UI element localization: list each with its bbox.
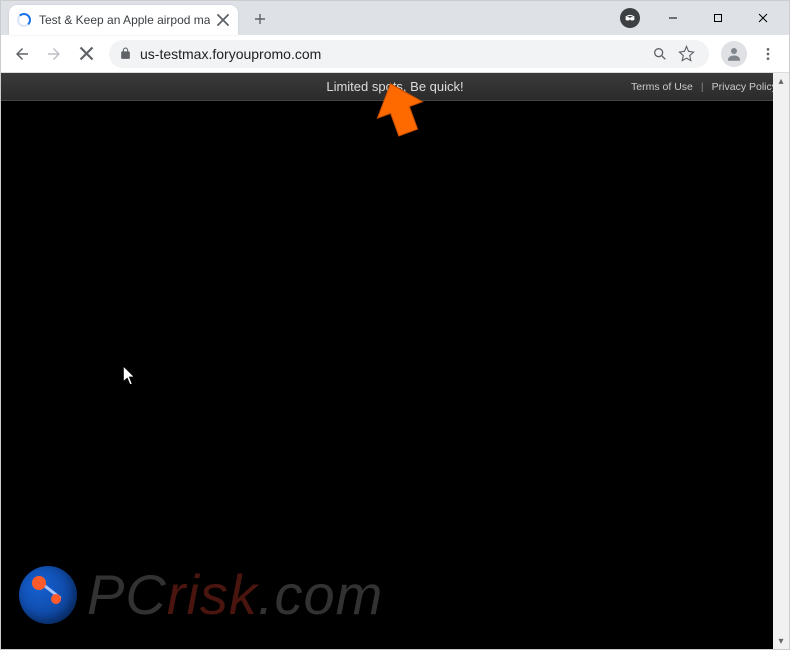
terms-link[interactable]: Terms of Use: [631, 81, 693, 93]
tab-title: Test & Keep an Apple airpod ma: [39, 13, 210, 27]
privacy-link[interactable]: Privacy Policy: [712, 81, 777, 93]
titlebar: Test & Keep an Apple airpod ma: [1, 1, 789, 35]
watermark: PCrisk.com: [19, 562, 383, 627]
scroll-down-icon[interactable]: ▾: [773, 633, 789, 649]
window-controls: [620, 1, 789, 35]
page-viewport: Limited spots, Be quick! Terms of Use | …: [1, 73, 789, 649]
close-window-button[interactable]: [740, 3, 785, 33]
page-body: PCrisk.com: [1, 101, 789, 649]
search-icon[interactable]: [647, 41, 673, 67]
tab-close-button[interactable]: [216, 13, 230, 27]
stop-reload-button[interactable]: [71, 39, 101, 69]
incognito-icon: [620, 8, 640, 28]
loading-spinner-icon: [17, 13, 31, 27]
tabs-row: Test & Keep an Apple airpod ma: [1, 1, 620, 35]
vertical-scrollbar[interactable]: ▴ ▾: [773, 73, 789, 649]
mouse-cursor-icon: [123, 366, 137, 391]
lock-icon: [119, 47, 132, 60]
url-text: us-testmax.foryoupromo.com: [140, 46, 647, 62]
minimize-button[interactable]: [650, 3, 695, 33]
toolbar: us-testmax.foryoupromo.com: [1, 35, 789, 73]
profile-avatar[interactable]: [721, 41, 747, 67]
watermark-logo-icon: [19, 566, 77, 624]
active-tab[interactable]: Test & Keep an Apple airpod ma: [9, 5, 238, 35]
new-tab-button[interactable]: [246, 5, 274, 33]
annotation-arrow-icon: [370, 80, 430, 140]
address-bar[interactable]: us-testmax.foryoupromo.com: [109, 40, 709, 68]
bookmark-star-icon[interactable]: [673, 41, 699, 67]
forward-button[interactable]: [39, 39, 69, 69]
scroll-up-icon[interactable]: ▴: [773, 73, 789, 89]
back-button[interactable]: [7, 39, 37, 69]
header-links: Terms of Use | Privacy Policy: [631, 81, 777, 93]
link-separator: |: [701, 81, 704, 93]
watermark-text: PCrisk.com: [87, 562, 383, 627]
maximize-button[interactable]: [695, 3, 740, 33]
scroll-track[interactable]: [773, 89, 789, 633]
menu-button[interactable]: [753, 39, 783, 69]
